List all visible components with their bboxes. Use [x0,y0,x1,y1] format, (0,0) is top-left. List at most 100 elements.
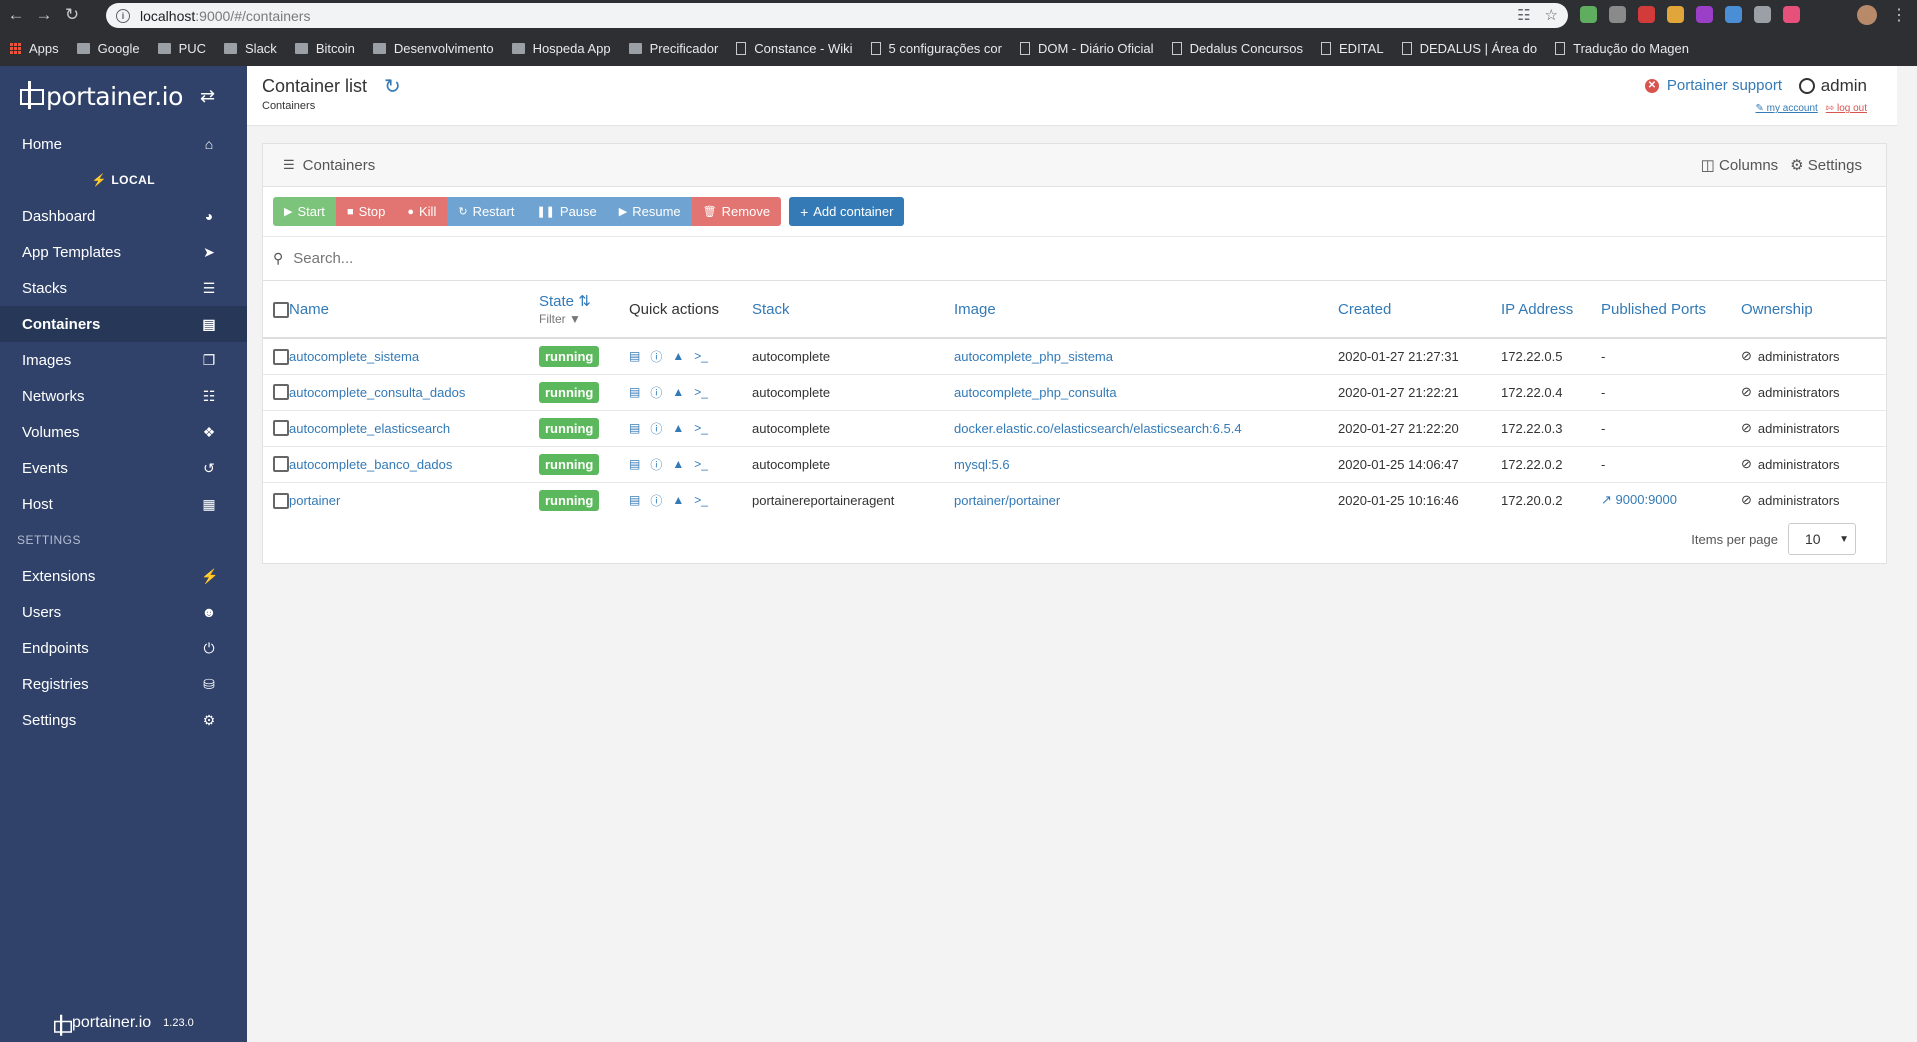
sidebar-item-settings[interactable]: Settings ⚙ [0,702,247,738]
sidebar-item-networks[interactable]: Networks ☷ [0,378,247,414]
column-created[interactable]: Created [1338,301,1391,318]
info-icon[interactable]: i [116,8,130,23]
column-name[interactable]: Name [289,301,329,318]
log-out-link[interactable]: ⇰ log out [1826,103,1867,114]
sidebar-item-events[interactable]: Events ↺ [0,450,247,486]
inspect-icon[interactable]: ⓘ [650,348,662,365]
image-link[interactable]: docker.elastic.co/elasticsearch/elastics… [954,421,1242,436]
bookmark-link[interactable]: Constance - Wiki [736,41,853,56]
bookmark-link[interactable]: EDITAL [1321,41,1384,56]
bookmark-folder[interactable]: Google [76,41,140,56]
column-state[interactable]: State ⇅ [539,293,591,310]
start-button[interactable]: ▶ Start [273,197,336,226]
sidebar-item-dashboard[interactable]: Dashboard ◕ [0,198,247,234]
row-checkbox[interactable] [273,456,289,473]
console-icon[interactable]: >_ [694,349,708,363]
inspect-icon[interactable]: ⓘ [650,420,662,437]
address-bar[interactable]: i localhost:9000/#/containers ☷ ☆ [106,3,1568,28]
stats-icon[interactable]: ▲ [672,385,684,399]
sidebar-item-host[interactable]: Host ▦ [0,486,247,522]
bookmark-link[interactable]: Dedalus Concursos [1171,41,1303,56]
image-link[interactable]: mysql:5.6 [954,457,1010,472]
row-checkbox[interactable] [273,420,289,437]
sidebar-logo[interactable]: portainer.io ⇄ [0,66,247,126]
row-checkbox[interactable] [273,492,289,509]
console-icon[interactable]: >_ [694,421,708,435]
bookmark-folder[interactable]: Desenvolvimento [372,41,494,56]
logs-icon[interactable]: ▤ [629,385,640,399]
settings-button[interactable]: ⚙ Settings [1790,156,1862,174]
logs-icon[interactable]: ▤ [629,493,640,507]
bookmark-folder[interactable]: Hospeda App [511,41,611,56]
restart-button[interactable]: ↻ Restart [447,197,526,226]
sidebar-item-stacks[interactable]: Stacks ☰ [0,270,247,306]
state-filter[interactable]: Filter ▼ [539,312,629,326]
console-icon[interactable]: >_ [694,493,708,507]
inspect-icon[interactable]: ⓘ [650,492,662,509]
my-account-link[interactable]: ✎ my account [1755,103,1817,114]
container-name-link[interactable]: autocomplete_sistema [289,349,419,364]
sidebar-item-users[interactable]: Users ☻ [0,594,247,630]
sidebar-item-volumes[interactable]: Volumes ❖ [0,414,247,450]
profile-avatar[interactable] [1857,5,1877,25]
remove-button[interactable]: 🗑 Remove [691,197,782,226]
back-icon[interactable]: ← [4,3,28,27]
column-stack[interactable]: Stack [752,301,790,318]
extension-icon[interactable] [1609,6,1626,23]
container-name-link[interactable]: autocomplete_banco_dados [289,457,452,472]
bookmark-link[interactable]: 5 configurações cor [870,41,1002,56]
image-link[interactable]: autocomplete_php_sistema [954,349,1113,364]
column-published-ports[interactable]: Published Ports [1601,301,1706,318]
sidebar-item-containers[interactable]: Containers ▤ [0,306,247,342]
refresh-icon[interactable]: ↻ [384,74,401,99]
column-ownership[interactable]: Ownership [1741,301,1813,318]
sidebar-item-endpoints[interactable]: Endpoints ⏻ [0,630,247,666]
sidebar-item-app-templates[interactable]: App Templates ➤ [0,234,247,270]
image-link[interactable]: autocomplete_php_consulta [954,385,1117,400]
portainer-support-link[interactable]: ✕ Portainer support [1644,77,1782,94]
menu-icon[interactable]: ⋮ [1891,5,1907,25]
inspect-icon[interactable]: ⓘ [650,456,662,473]
items-per-page-select[interactable]: 10 ▼ [1788,523,1856,555]
bookmark-folder[interactable]: Slack [224,41,277,56]
select-all-checkbox[interactable] [273,301,289,318]
sidebar-item-images[interactable]: Images ❐ [0,342,247,378]
reload-icon[interactable]: ↻ [60,3,84,27]
sidebar-item-home[interactable]: Home ⌂ [0,126,247,162]
stats-icon[interactable]: ▲ [672,349,684,363]
exchange-icon[interactable]: ⇄ [200,86,215,107]
stats-icon[interactable]: ▲ [672,457,684,471]
extension-icon[interactable] [1580,6,1597,23]
stats-icon[interactable]: ▲ [672,493,684,507]
translate-icon[interactable]: ☷ [1517,6,1530,24]
search-input[interactable] [293,250,1694,267]
bookmark-star-icon[interactable]: ☆ [1545,6,1558,24]
column-ip-address[interactable]: IP Address [1501,301,1573,318]
console-icon[interactable]: >_ [694,385,708,399]
published-ports-link[interactable]: ↗ 9000:9000 [1601,492,1677,507]
resume-button[interactable]: ▶ Resume [607,197,692,226]
pause-button[interactable]: ❚❚ Pause [525,197,608,226]
container-name-link[interactable]: autocomplete_elasticsearch [289,421,450,436]
image-link[interactable]: portainer/portainer [954,493,1060,508]
bookmark-link[interactable]: Tradução do Magen [1555,41,1689,56]
console-icon[interactable]: >_ [694,457,708,471]
logs-icon[interactable]: ▤ [629,421,640,435]
bookmark-apps[interactable]: Apps [10,41,59,56]
logs-icon[interactable]: ▤ [629,457,640,471]
container-name-link[interactable]: portainer [289,493,340,508]
extension-icon[interactable] [1725,6,1742,23]
extension-icon[interactable] [1754,6,1771,23]
bookmark-folder[interactable]: Bitcoin [294,41,355,56]
stats-icon[interactable]: ▲ [672,421,684,435]
inspect-icon[interactable]: ⓘ [650,384,662,401]
extension-icon[interactable] [1667,6,1684,23]
extension-icon[interactable] [1638,6,1655,23]
forward-icon[interactable]: → [32,3,56,27]
container-name-link[interactable]: autocomplete_consulta_dados [289,385,465,400]
kill-button[interactable]: ● Kill [396,197,448,226]
stop-button[interactable]: ■ Stop [335,197,397,226]
columns-button[interactable]: ◫ Columns [1701,156,1779,174]
extension-icon[interactable] [1783,6,1800,23]
bookmark-folder[interactable]: Precificador [628,41,718,56]
